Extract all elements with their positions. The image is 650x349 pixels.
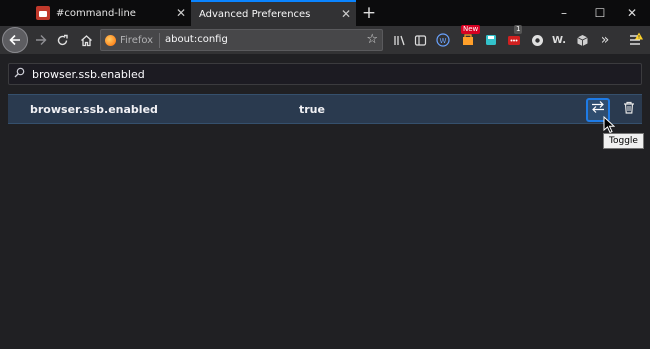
extension-w-icon[interactable]: W [434,31,452,49]
tab-close-icon[interactable]: ✕ [336,7,356,21]
reload-icon [57,34,68,45]
tab-advanced-preferences[interactable]: Advanced Preferences ✕ [191,0,356,26]
extension-new-icon[interactable]: New [459,25,481,49]
url-text[interactable]: about:config [165,34,228,45]
tab-bar: #command-line ✕ Advanced Preferences ✕ +… [0,0,650,26]
svg-text:W: W [440,37,447,45]
search-icon [14,67,28,81]
toggle-tooltip: Toggle [603,133,644,149]
preference-row: browser.ssb.enabled true [8,94,642,124]
back-button[interactable] [2,27,28,53]
preference-search-input[interactable]: browser.ssb.enabled [8,63,642,85]
tab-close-icon[interactable]: ✕ [171,6,191,20]
bookmark-star-icon[interactable]: ☆ [366,32,378,47]
preference-name: browser.ssb.enabled [30,103,158,116]
navigation-toolbar: Firefox about:config ☆ W New 1 W. » [0,25,650,54]
extension-cube-icon[interactable] [573,31,591,49]
toggle-arrows-icon [592,101,604,113]
identity-box[interactable]: Firefox [105,33,161,48]
home-button[interactable] [74,28,98,52]
forward-arrow-icon [36,35,47,45]
preference-value: true [299,103,325,116]
firefox-icon [105,35,116,46]
menu-icon[interactable] [627,31,645,49]
extension-save-icon[interactable] [482,31,500,49]
search-query: browser.ssb.enabled [32,68,145,81]
address-bar[interactable]: Firefox about:config ☆ [100,29,383,51]
minimize-icon[interactable]: – [546,0,582,26]
home-icon [80,34,92,46]
maximize-icon[interactable]: ☐ [582,0,618,26]
identity-label: Firefox [120,35,154,46]
sidebar-icon[interactable] [411,31,429,49]
tab-title: #command-line [56,7,136,19]
extension-count-icon[interactable]: 1 [505,25,523,49]
library-icon[interactable] [390,31,408,49]
back-arrow-icon [9,34,20,46]
tab-command-line[interactable]: #command-line ✕ [28,0,191,26]
extension-w-dot-icon[interactable]: W. [550,31,568,49]
new-tab-icon[interactable]: + [359,2,379,24]
overflow-chevron-icon[interactable]: » [596,31,614,49]
tab-title: Advanced Preferences [199,8,311,20]
new-badge: New [461,25,481,34]
close-window-icon[interactable]: ✕ [614,0,650,26]
trash-icon [624,101,634,114]
count-badge: 1 [514,25,523,34]
extension-smile-icon[interactable] [528,31,546,49]
delete-button[interactable] [618,99,640,121]
tab-favicon-icon [36,6,50,20]
mouse-cursor-icon [603,116,615,134]
reload-button[interactable] [50,28,74,52]
